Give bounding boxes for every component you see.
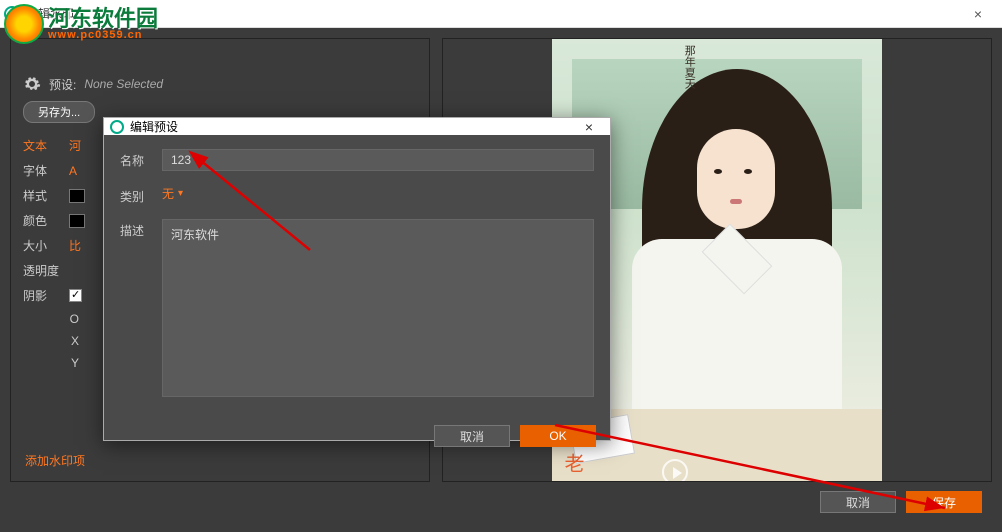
name-label: 名称 <box>120 149 150 169</box>
size-label: 大小 <box>23 237 59 254</box>
desc-label: 描述 <box>120 219 150 239</box>
dialog-ok-button[interactable]: OK <box>520 425 596 447</box>
font-label: 字体 <box>23 162 59 179</box>
dialog-title: 编辑预设 <box>130 118 178 135</box>
gear-icon <box>23 75 41 93</box>
logo-name: 河东软件园 <box>48 8 158 30</box>
text-value[interactable]: 河 <box>69 137 81 154</box>
preview-top-text: 那年夏天 <box>682 45 696 89</box>
site-logo: 河东软件园 www.pc0359.cn <box>4 4 158 44</box>
category-label: 类别 <box>120 185 150 205</box>
preset-label: 预设: <box>49 76 76 93</box>
shadow-label: 阴影 <box>23 287 59 304</box>
text-label: 文本 <box>23 137 59 154</box>
style-swatch[interactable] <box>69 189 85 203</box>
color-swatch[interactable] <box>69 214 85 228</box>
dialog-close-icon[interactable]: × <box>574 119 604 135</box>
preset-value: None Selected <box>84 77 163 91</box>
opacity-label: 透明度 <box>23 262 69 279</box>
category-select[interactable]: 无 <box>162 185 183 202</box>
dialog-app-icon <box>110 120 124 134</box>
dialog-cancel-button[interactable]: 取消 <box>434 425 510 447</box>
size-value[interactable]: 比 <box>69 237 81 254</box>
edit-preset-dialog: 编辑预设 × 名称 类别 无 描述 取消 OK <box>103 117 611 441</box>
logo-url: www.pc0359.cn <box>48 30 158 41</box>
logo-ball-icon <box>4 4 44 44</box>
name-input[interactable] <box>162 149 594 171</box>
cancel-button[interactable]: 取消 <box>820 491 896 513</box>
x-label: X <box>23 334 79 348</box>
color-label: 颜色 <box>23 212 59 229</box>
desc-textarea[interactable] <box>162 219 594 397</box>
close-icon[interactable]: × <box>958 6 998 22</box>
dialog-titlebar: 编辑预设 × <box>104 118 610 135</box>
shadow-checkbox[interactable] <box>69 289 82 302</box>
save-button[interactable]: 保存 <box>906 491 982 513</box>
main-footer: 取消 保存 <box>10 482 992 522</box>
add-watermark-link[interactable]: 添加水印项 <box>25 452 85 469</box>
y-label: Y <box>23 356 79 370</box>
play-icon[interactable] <box>662 459 688 482</box>
save-as-button[interactable]: 另存为... <box>23 101 95 123</box>
o-label: O <box>23 312 79 326</box>
font-value[interactable]: A <box>69 164 77 178</box>
style-label: 样式 <box>23 187 59 204</box>
